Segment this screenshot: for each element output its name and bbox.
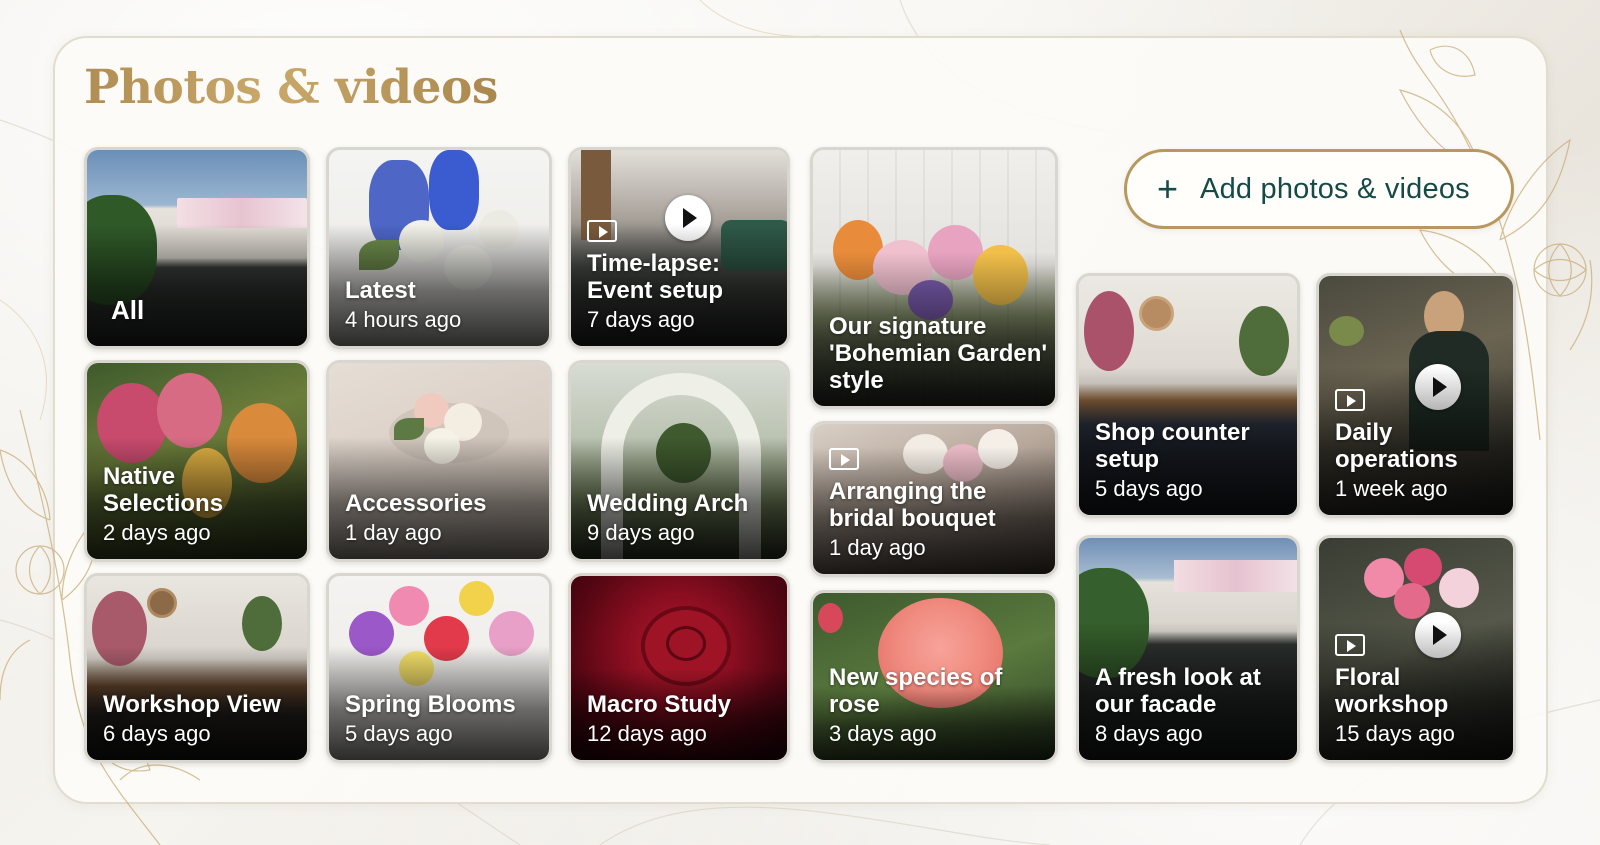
tile-caption: Arranging the bridal bouquet: [829, 478, 996, 532]
album-tile-spring-blooms[interactable]: Spring Blooms 5 days ago: [326, 573, 552, 763]
album-tile-daily-operations[interactable]: Daily operations 1 week ago: [1316, 273, 1516, 518]
album-tile-bridal-bouquet[interactable]: Arranging the bridal bouquet 1 day ago: [810, 421, 1058, 577]
video-icon: [829, 448, 859, 470]
add-photos-videos-button[interactable]: + Add photos & videos: [1124, 149, 1514, 229]
album-tile-accessories[interactable]: Accessories 1 day ago: [326, 360, 552, 562]
tile-caption: Accessories: [345, 490, 487, 517]
tile-caption: New species of rose: [829, 664, 1003, 718]
album-tile-native-selections[interactable]: Native Selections 2 days ago: [84, 360, 310, 562]
plus-icon: +: [1157, 168, 1179, 209]
video-icon: [1335, 389, 1365, 411]
tile-caption: Wedding Arch: [587, 490, 749, 517]
video-icon: [587, 220, 617, 242]
tile-caption: A fresh look at our facade: [1095, 664, 1261, 718]
album-tile-macro-study[interactable]: Macro Study 12 days ago: [568, 573, 790, 763]
album-tile-facade[interactable]: A fresh look at our facade 8 days ago: [1076, 535, 1300, 763]
album-tile-latest[interactable]: Latest 4 hours ago: [326, 147, 552, 349]
album-tile-shop-counter-setup[interactable]: Shop counter setup 5 days ago: [1076, 273, 1300, 518]
album-tile-timelapse-event-setup[interactable]: Time-lapse: Event setup 7 days ago: [568, 147, 790, 349]
add-button-label: Add photos & videos: [1200, 172, 1470, 205]
tile-caption: Macro Study: [587, 691, 732, 718]
tile-time: 1 week ago: [1335, 476, 1448, 501]
video-icon: [1335, 634, 1365, 656]
tile-time: 15 days ago: [1335, 721, 1455, 746]
tile-caption: Floral workshop: [1335, 664, 1449, 718]
tile-caption: Shop counter setup: [1095, 419, 1250, 473]
tile-caption: Spring Blooms: [345, 691, 516, 718]
album-tile-floral-workshop[interactable]: Floral workshop 15 days ago: [1316, 535, 1516, 763]
tile-time: 6 days ago: [103, 721, 211, 746]
tile-time: 8 days ago: [1095, 721, 1203, 746]
page-title: Photos & videos: [84, 60, 498, 115]
tile-time: 12 days ago: [587, 721, 707, 746]
tile-time: 5 days ago: [1095, 476, 1203, 501]
tile-caption: Workshop View: [103, 691, 281, 718]
album-tile-wedding-arch[interactable]: Wedding Arch 9 days ago: [568, 360, 790, 562]
tile-time: 7 days ago: [587, 307, 695, 332]
tile-time: 1 day ago: [345, 520, 442, 545]
tile-time: 2 days ago: [103, 520, 211, 545]
tile-time: 1 day ago: [829, 535, 926, 560]
tile-caption: Our signature 'Bohemian Garden' style: [829, 313, 1048, 394]
tile-time: 5 days ago: [345, 721, 453, 746]
tile-time: 4 hours ago: [345, 307, 462, 332]
tile-caption: Latest: [345, 277, 416, 304]
tile-caption: Native Selections: [103, 463, 224, 517]
tile-caption: All: [111, 295, 145, 325]
tile-time: 3 days ago: [829, 721, 937, 746]
tile-caption: Daily operations: [1335, 419, 1458, 473]
album-tile-all[interactable]: All: [84, 147, 310, 349]
album-tile-new-species-rose[interactable]: New species of rose 3 days ago: [810, 590, 1058, 763]
album-tile-workshop-view[interactable]: Workshop View 6 days ago: [84, 573, 310, 763]
tile-caption: Time-lapse: Event setup: [587, 250, 724, 304]
album-tile-bohemian-garden[interactable]: Our signature 'Bohemian Garden' style: [810, 147, 1058, 409]
tile-time: 9 days ago: [587, 520, 695, 545]
